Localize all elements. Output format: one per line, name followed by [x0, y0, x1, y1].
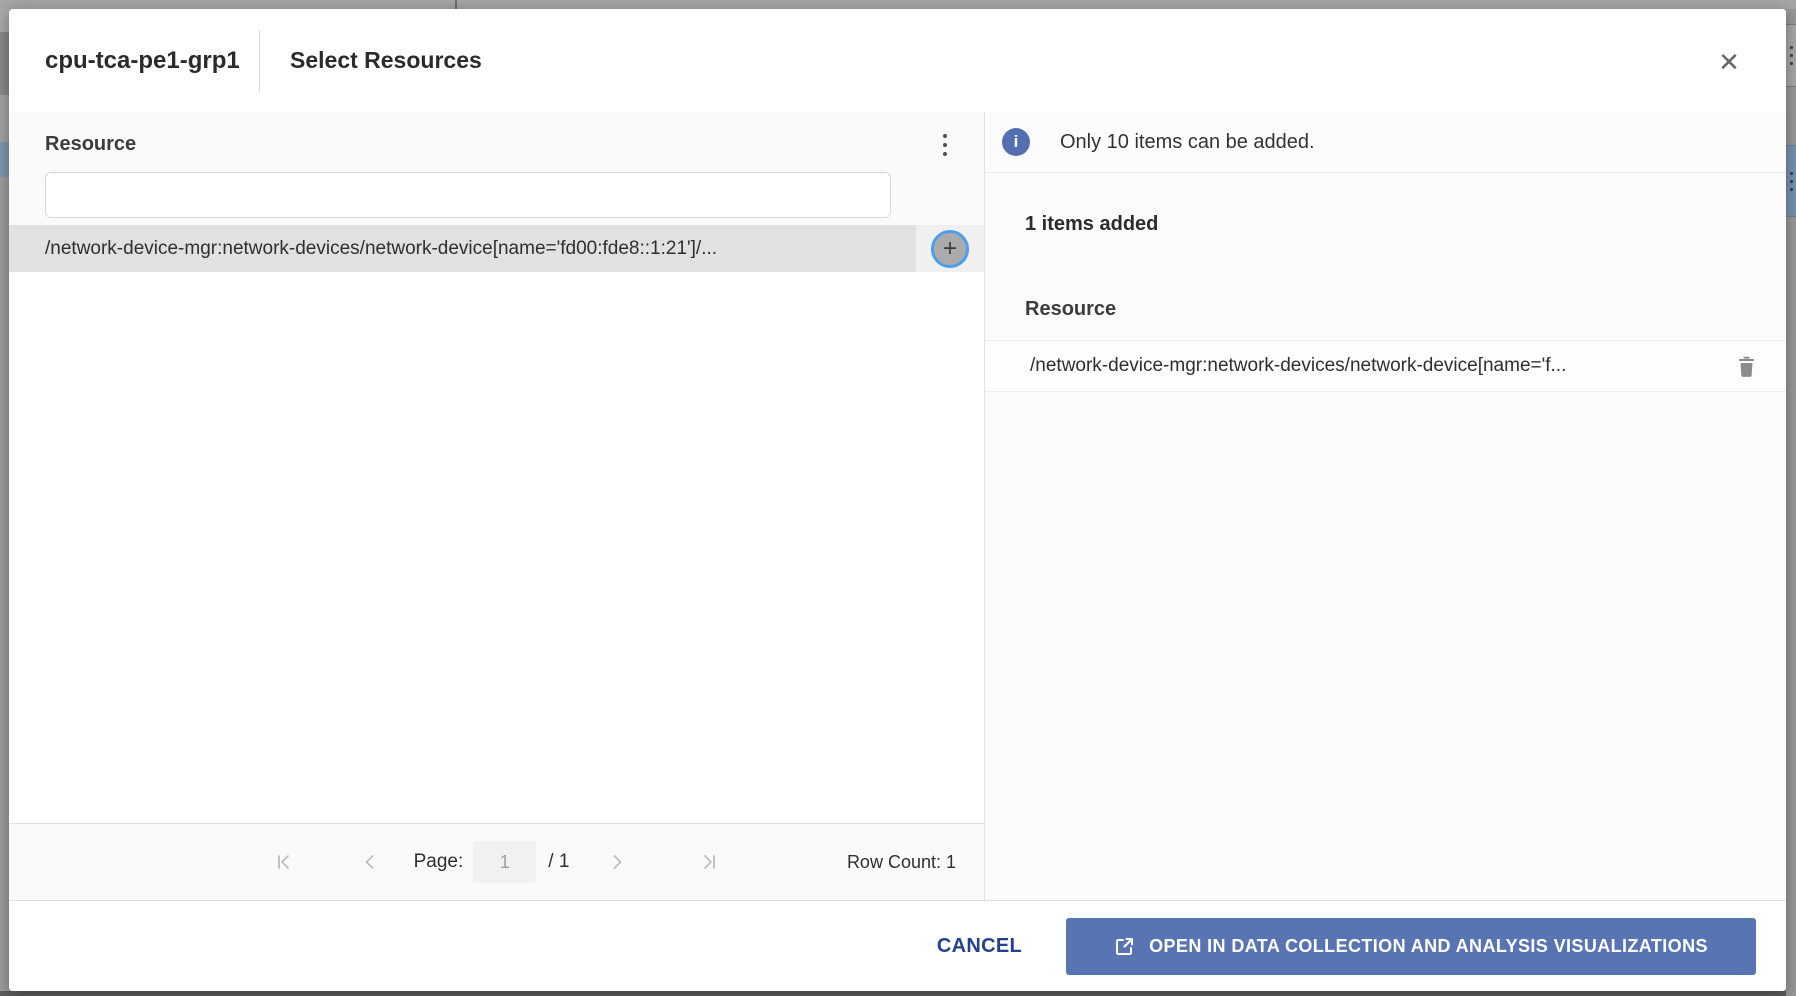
page-edge-left-seg [0, 142, 9, 177]
items-added-count: 1 items added [1025, 213, 1158, 236]
first-page-icon [274, 852, 294, 872]
page-number-input[interactable] [473, 841, 536, 883]
page-edge-top-divider [455, 0, 457, 9]
trash-icon [1737, 356, 1756, 377]
grip-dot [1790, 172, 1793, 175]
next-page-icon [607, 852, 627, 872]
row-count-label: Row Count: 1 [847, 852, 956, 873]
grip-dot [1790, 188, 1793, 191]
page-edge-left-seg [0, 9, 9, 32]
open-button-label: OPEN IN DATA COLLECTION AND ANALYSIS VIS… [1149, 936, 1708, 957]
dialog-body: Resource /network-device-mgr:network-dev… [9, 112, 1786, 900]
close-button[interactable]: ✕ [1712, 45, 1746, 79]
prev-page-icon [360, 852, 380, 872]
dialog-header: cpu-tca-pe1-grp1 Select Resources ✕ [9, 9, 1786, 112]
resource-table-row[interactable]: /network-device-mgr:network-devices/netw… [9, 225, 984, 272]
added-resource-column-header: Resource [1025, 298, 1116, 321]
grip-dot [1790, 46, 1793, 49]
page-edge-top [0, 0, 1796, 9]
page-total-label: / 1 [548, 851, 569, 873]
page-edge-left-seg [0, 32, 9, 95]
open-in-visualizations-button[interactable]: OPEN IN DATA COLLECTION AND ANALYSIS VIS… [1066, 918, 1756, 975]
added-resource-path-text: /network-device-mgr:network-devices/netw… [1030, 355, 1733, 377]
kebab-dot [943, 152, 947, 156]
first-page-button[interactable] [270, 848, 298, 876]
page-scrollbar-strip [1786, 9, 1796, 996]
row-action-cell: + [916, 225, 984, 272]
page-edge-bottom [0, 991, 1796, 996]
plus-icon: + [943, 235, 957, 262]
prev-page-button[interactable] [356, 848, 384, 876]
scrollbar-thumb-grip[interactable] [1786, 24, 1796, 87]
resource-path-text: /network-device-mgr:network-devices/netw… [9, 238, 717, 260]
added-resource-row: /network-device-mgr:network-devices/netw… [985, 340, 1786, 392]
grip-dot [1790, 54, 1793, 57]
delete-resource-button[interactable] [1733, 352, 1760, 381]
kebab-dot [943, 134, 947, 138]
info-message: Only 10 items can be added. [1060, 131, 1315, 154]
cancel-button[interactable]: CANCEL [937, 935, 1022, 958]
last-page-button[interactable] [695, 848, 723, 876]
add-resource-button[interactable]: + [931, 230, 969, 268]
grip-dot [1790, 62, 1793, 65]
resource-filter-input[interactable] [45, 172, 891, 218]
group-name-title: cpu-tca-pe1-grp1 [45, 9, 240, 112]
last-page-icon [699, 852, 719, 872]
next-page-button[interactable] [603, 848, 631, 876]
close-icon: ✕ [1718, 47, 1740, 77]
kebab-menu-icon[interactable] [928, 125, 962, 165]
pagination-controls: Page: / 1 [270, 841, 724, 883]
resource-picker-panel: Resource /network-device-mgr:network-dev… [9, 112, 985, 900]
title-divider [259, 30, 260, 92]
table-header: Resource [9, 112, 984, 225]
kebab-dot [943, 143, 947, 147]
added-items-panel: i Only 10 items can be added. 1 items ad… [985, 112, 1786, 900]
page-edge-left-seg [0, 95, 9, 142]
info-icon: i [1002, 128, 1030, 156]
page-label: Page: [414, 851, 464, 873]
grip-dot [1790, 180, 1793, 183]
dialog-footer: CANCEL OPEN IN DATA COLLECTION AND ANALY… [9, 900, 1786, 991]
external-link-icon [1114, 936, 1135, 957]
info-banner: i Only 10 items can be added. [985, 112, 1786, 173]
dialog-title: Select Resources [290, 9, 482, 112]
scrollbar-thumb-grip-active[interactable] [1786, 145, 1796, 217]
resource-column-header: Resource [45, 133, 136, 156]
select-resources-dialog: cpu-tca-pe1-grp1 Select Resources ✕ Reso… [9, 9, 1786, 991]
pagination-bar: Page: / 1 Row Count: 1 [9, 823, 984, 900]
page-edge-left [0, 9, 9, 991]
